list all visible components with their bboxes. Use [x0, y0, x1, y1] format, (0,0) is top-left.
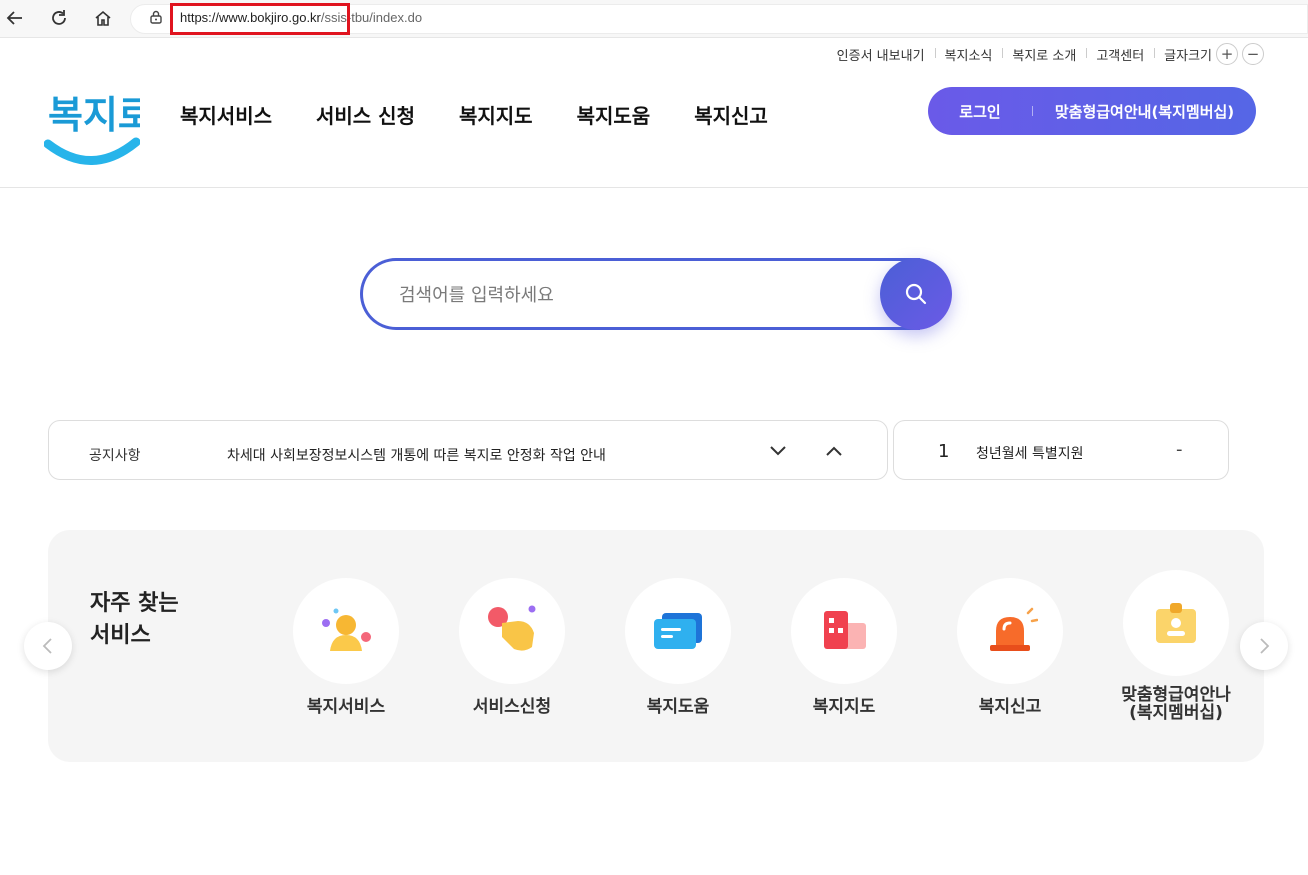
- news-link[interactable]: 복지소식: [934, 45, 1003, 64]
- notice-bar: 공지사항 차세대 사회보장정보시스템 개통에 따른 복지로 안정화 작업 안내: [48, 420, 888, 480]
- service-label: 서비스신청: [472, 697, 552, 717]
- service-label: 복지신고: [978, 697, 1042, 717]
- logo-text: 복지로: [48, 93, 140, 137]
- service-icon-circle: [957, 578, 1063, 684]
- service-icon-circle: [293, 578, 399, 684]
- frequent-title-line2: 서비스: [90, 623, 151, 648]
- rank-number: 1: [938, 441, 950, 462]
- browser-toolbar: https://www.bokjiro.go.kr/ssis-tbu/index…: [0, 0, 1308, 38]
- nav-welfare-service[interactable]: 복지서비스: [180, 100, 272, 129]
- hand-tap-icon: [488, 605, 536, 651]
- chevron-left-icon: [42, 638, 52, 654]
- service-label: 복지도움: [646, 697, 710, 717]
- header-divider: [0, 187, 1308, 188]
- frequent-title-line1: 자주 찾는: [90, 591, 179, 616]
- frequent-services-title: 자주 찾는 서비스: [90, 588, 210, 652]
- service-report[interactable]: 복지신고: [935, 578, 1085, 716]
- carousel-prev-button[interactable]: [24, 622, 72, 670]
- search-box: [360, 258, 920, 330]
- font-increase-button[interactable]: +: [1216, 43, 1238, 65]
- chevron-down-icon[interactable]: [769, 445, 787, 457]
- home-icon[interactable]: [92, 7, 114, 29]
- header-cta: 로그인 맞춤형급여안내(복지멤버십): [928, 87, 1256, 135]
- refresh-icon[interactable]: [48, 7, 70, 29]
- nav-welfare-help[interactable]: 복지도움: [577, 100, 651, 129]
- service-label-line2: (복지멤버십): [1129, 703, 1223, 723]
- chat-icon: [654, 613, 702, 649]
- lock-icon: [150, 10, 162, 24]
- back-icon[interactable]: [4, 7, 26, 29]
- nav-welfare-report[interactable]: 복지신고: [694, 100, 768, 129]
- chevron-up-icon[interactable]: [825, 445, 843, 457]
- service-label: 맞춤형급여안나 (복지멤버십): [1101, 686, 1251, 722]
- font-size-label: 글자크기: [1154, 45, 1212, 64]
- service-apply[interactable]: 서비스신청: [437, 578, 587, 716]
- service-label-line1: 맞춤형급여안나: [1121, 685, 1231, 705]
- search-input[interactable]: [399, 279, 859, 311]
- about-link[interactable]: 복지로 소개: [1002, 45, 1086, 64]
- search-icon: [905, 283, 927, 305]
- notice-text[interactable]: 차세대 사회보장정보시스템 개통에 따른 복지로 안정화 작업 안내: [227, 445, 606, 465]
- search-button[interactable]: [880, 258, 952, 330]
- font-decrease-button[interactable]: −: [1242, 43, 1264, 65]
- service-help[interactable]: 복지도움: [603, 578, 753, 716]
- service-membership[interactable]: 맞춤형급여안나 (복지멤버십): [1101, 570, 1251, 722]
- service-map[interactable]: 복지지도: [769, 578, 919, 716]
- membership-button[interactable]: 맞춤형급여안내(복지멤버십): [1033, 101, 1256, 122]
- login-button[interactable]: 로그인: [928, 101, 1032, 122]
- map-building-icon: [824, 611, 866, 649]
- service-icon-circle: [791, 578, 897, 684]
- chevron-right-icon: [1260, 638, 1270, 654]
- utility-links: 인증서 내보내기 복지소식 복지로 소개 고객센터 글자크기 + −: [827, 43, 1264, 65]
- service-label: 복지지도: [812, 697, 876, 717]
- service-icon-circle: [459, 578, 565, 684]
- siren-icon: [990, 607, 1038, 651]
- notice-label: 공지사항: [89, 448, 141, 464]
- popular-search-bar[interactable]: 1 청년월세 특별지원 -: [893, 420, 1229, 480]
- frequent-services-panel: 자주 찾는 서비스 복지서비스 서비스신청 복지도움 복지지도 복지신고 맞춤형…: [48, 530, 1264, 762]
- service-icon-circle: [1123, 570, 1229, 676]
- cert-export-link[interactable]: 인증서 내보내기: [827, 45, 935, 64]
- id-card-icon: [1156, 603, 1196, 643]
- support-link[interactable]: 고객센터: [1086, 45, 1154, 64]
- service-welfare[interactable]: 복지서비스: [271, 578, 421, 716]
- url-highlight-box: [170, 3, 350, 35]
- rank-keyword[interactable]: 청년월세 특별지원: [976, 443, 1084, 463]
- service-label: 복지서비스: [306, 697, 386, 717]
- person-icon: [322, 608, 371, 651]
- rank-trend: -: [1176, 439, 1183, 460]
- carousel-next-button[interactable]: [1240, 622, 1288, 670]
- nav-service-apply[interactable]: 서비스 신청: [316, 100, 415, 129]
- nav-welfare-map[interactable]: 복지지도: [459, 100, 533, 129]
- service-icon-circle: [625, 578, 731, 684]
- bokjiro-logo[interactable]: 복지로: [44, 82, 140, 172]
- main-nav: 복지서비스 서비스 신청 복지지도 복지도움 복지신고: [180, 100, 812, 129]
